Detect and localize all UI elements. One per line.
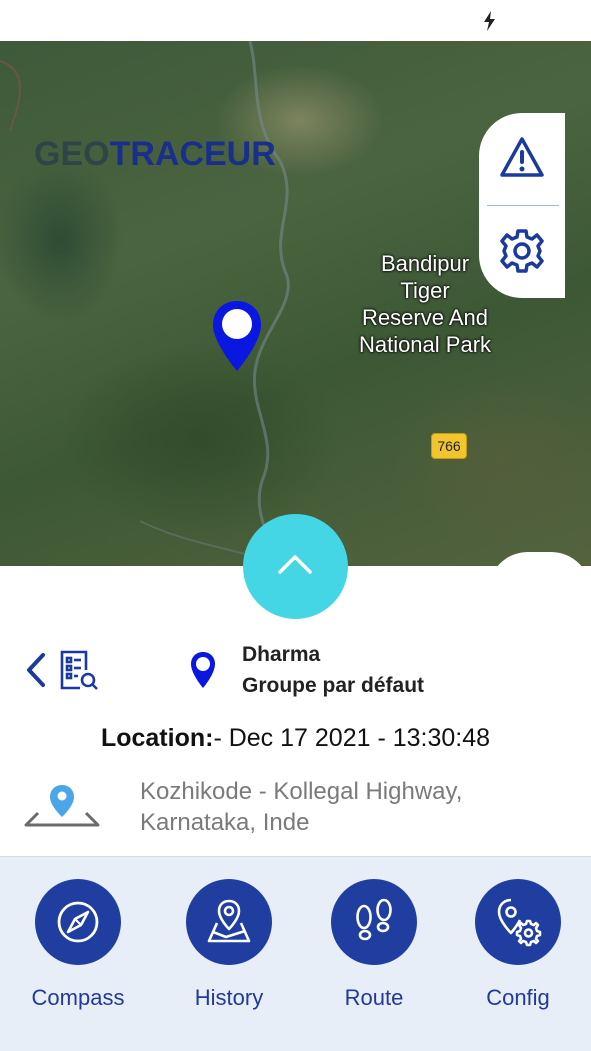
compass-icon bbox=[57, 901, 99, 943]
location-line: Location:- Dec 17 2021 - 13:30:48 bbox=[0, 724, 591, 753]
nav-history-label: History bbox=[194, 985, 264, 1010]
device-pin-icon bbox=[191, 652, 215, 688]
device-name: Dharma bbox=[242, 643, 321, 666]
location-label: Location: bbox=[100, 724, 214, 752]
footsteps-icon bbox=[356, 898, 392, 941]
nav-route-button[interactable] bbox=[331, 879, 417, 965]
logo-prefix: GEO bbox=[34, 135, 110, 173]
nav-config[interactable]: Config bbox=[448, 879, 588, 1011]
warning-icon[interactable] bbox=[499, 135, 545, 181]
device-location-pin-icon[interactable] bbox=[210, 299, 264, 375]
nav-history-button[interactable] bbox=[186, 879, 272, 965]
sheet-corner-tab bbox=[488, 552, 591, 612]
nav-config-label: Config bbox=[486, 985, 550, 1010]
map-side-panel bbox=[479, 113, 565, 298]
map-place-icon bbox=[24, 785, 100, 827]
map-history-icon bbox=[207, 899, 251, 943]
settings-gear-icon[interactable] bbox=[498, 227, 546, 275]
bottom-navigation: Compass History Route Config bbox=[0, 856, 591, 1051]
nav-config-button[interactable] bbox=[475, 879, 561, 965]
group-name: Groupe par défaut bbox=[242, 674, 425, 697]
nav-compass-button[interactable] bbox=[35, 879, 121, 965]
nav-history[interactable]: History bbox=[159, 879, 299, 1011]
logo-suffix: TRACEUR bbox=[109, 135, 276, 173]
park-label-line: Tiger bbox=[400, 278, 450, 303]
pin-settings-icon bbox=[497, 898, 542, 947]
chevron-left-icon[interactable] bbox=[24, 652, 48, 688]
address-line: Karnataka, Inde bbox=[140, 809, 310, 836]
road-number-badge: 766 bbox=[431, 433, 467, 459]
nav-route[interactable]: Route bbox=[304, 879, 444, 1011]
nav-compass-label: Compass bbox=[31, 985, 125, 1010]
nav-route-label: Route bbox=[344, 985, 404, 1010]
charging-bolt-icon bbox=[484, 11, 495, 31]
address-text: Kozhikode - Kollegal Highway, Karnataka,… bbox=[140, 776, 540, 838]
location-timestamp: - Dec 17 2021 - 13:30:48 bbox=[213, 724, 491, 752]
chevron-up-icon bbox=[278, 555, 312, 574]
park-label-line: Reserve And bbox=[362, 305, 488, 330]
panel-divider bbox=[487, 205, 559, 206]
expand-sheet-button[interactable] bbox=[243, 514, 348, 619]
park-label-line: National Park bbox=[358, 332, 492, 357]
geotraceur-logo: GEOTRACEUR bbox=[34, 135, 276, 174]
list-search-icon[interactable] bbox=[58, 648, 100, 692]
status-bar bbox=[0, 0, 591, 41]
nav-compass[interactable]: Compass bbox=[8, 879, 148, 1011]
address-line: Kozhikode - Kollegal Highway, bbox=[140, 778, 463, 805]
